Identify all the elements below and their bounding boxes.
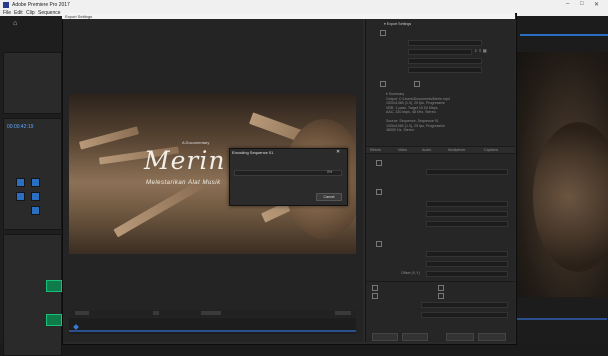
timeline-panel[interactable]	[3, 234, 62, 356]
wood-piece	[78, 126, 140, 150]
app-title: Adobe Premiere Pro 2017	[12, 1, 70, 8]
aspect-dropdown[interactable]	[335, 311, 351, 315]
zoom-dropdown[interactable]	[201, 311, 221, 315]
tab-video[interactable]: Video	[398, 148, 407, 152]
size-label: Offset (X,Y)	[401, 271, 420, 275]
preset-dropdown[interactable]	[408, 49, 472, 55]
section-header: ▾ Export Settings	[384, 22, 412, 26]
overlay-field[interactable]	[426, 251, 508, 257]
home-icon[interactable]: ⌂	[13, 20, 17, 27]
previews-checkbox[interactable]	[372, 293, 378, 299]
media-browser[interactable]	[3, 52, 62, 114]
close-icon[interactable]: ✕	[594, 1, 599, 8]
overlay-field[interactable]	[426, 261, 508, 267]
program-monitor-frame	[513, 52, 608, 297]
encoding-progress-percent: 0%	[327, 170, 333, 174]
video-subtitle: Melestarikan Alat Musik	[146, 180, 221, 186]
encoding-progress-bar	[234, 170, 342, 176]
project-panel: ⌂ 00:00:42:19	[0, 16, 65, 356]
premiere-logo-icon	[3, 2, 9, 8]
tool-track-select[interactable]	[31, 178, 40, 187]
file-size-field[interactable]	[421, 312, 508, 318]
source-range-dropdown[interactable]	[75, 311, 89, 315]
tab-effects[interactable]: Effects	[370, 148, 381, 152]
set-in-button[interactable]	[153, 311, 159, 315]
tab-captions[interactable]: Captions	[484, 148, 498, 152]
sdr-checkbox[interactable]	[376, 189, 382, 195]
timeline-range-bar[interactable]	[69, 330, 356, 332]
encoding-close-icon[interactable]: ✕	[336, 149, 340, 155]
timeline-clip[interactable]	[46, 280, 62, 292]
timecode: 00:00:42:19	[7, 124, 34, 130]
maximize-icon[interactable]: □	[580, 1, 584, 7]
tab-audio[interactable]: Audio	[422, 148, 431, 152]
video-title: Merin	[144, 146, 226, 175]
tab-multiplexer[interactable]: Multiplexer	[448, 148, 465, 152]
export-video-checkbox[interactable]	[380, 81, 386, 87]
preview-toolbar	[69, 310, 356, 317]
tool-ripple[interactable]	[16, 192, 25, 201]
settings-tabs: Effects Video Audio Multiplexer Captions	[366, 146, 515, 154]
minimize-icon[interactable]: –	[566, 1, 569, 7]
comments-field[interactable]	[408, 58, 482, 64]
time-interp-dropdown[interactable]	[421, 302, 508, 308]
export-settings-panel: ▾ Export Settings ⇩ ⇧ ▦ ▾ Summary Output:…	[365, 19, 515, 342]
overlay-field[interactable]	[426, 271, 508, 277]
format-dropdown[interactable]	[408, 40, 482, 46]
monitor-accent-line	[520, 34, 608, 36]
encoding-dialog-title: Encoding Sequence 01	[232, 150, 274, 155]
sdr-field[interactable]	[426, 201, 508, 207]
frame-image	[533, 122, 608, 272]
preset-icons[interactable]: ⇩ ⇧ ▦	[474, 48, 487, 53]
tool-slip[interactable]	[31, 206, 40, 215]
match-settings-checkbox[interactable]	[380, 30, 386, 36]
metadata-button[interactable]	[372, 333, 398, 341]
timeline-clip[interactable]	[46, 314, 62, 326]
wood-piece	[113, 179, 205, 238]
export-settings-title: Export Settings	[65, 13, 93, 19]
cancel-export-button[interactable]	[478, 333, 506, 341]
title-bar: Adobe Premiere Pro 2017 – □ ✕	[0, 0, 608, 10]
proxy-checkbox[interactable]	[438, 293, 444, 299]
max-render-checkbox[interactable]	[372, 285, 378, 291]
summary-text: ▾ Summary Output: C:\Users\Documents\Meri…	[386, 92, 450, 132]
monitor-scrubber[interactable]	[517, 318, 607, 320]
sdr-field[interactable]	[426, 221, 508, 227]
sdr-field[interactable]	[426, 211, 508, 217]
image-overlay-checkbox[interactable]	[376, 241, 382, 247]
output-name-field[interactable]	[408, 67, 482, 73]
lumetri-checkbox[interactable]	[376, 160, 382, 166]
tool-razor[interactable]	[31, 192, 40, 201]
export-audio-checkbox[interactable]	[414, 81, 420, 87]
export-button[interactable]	[446, 333, 474, 341]
lumetri-dropdown[interactable]	[426, 169, 508, 175]
queue-button[interactable]	[402, 333, 428, 341]
encoding-cancel-button[interactable]: Cancel	[316, 193, 342, 201]
divider	[366, 281, 515, 282]
max-depth-checkbox[interactable]	[438, 285, 444, 291]
video-kicker: A Documentary	[182, 140, 210, 145]
tool-selection[interactable]	[16, 178, 25, 187]
